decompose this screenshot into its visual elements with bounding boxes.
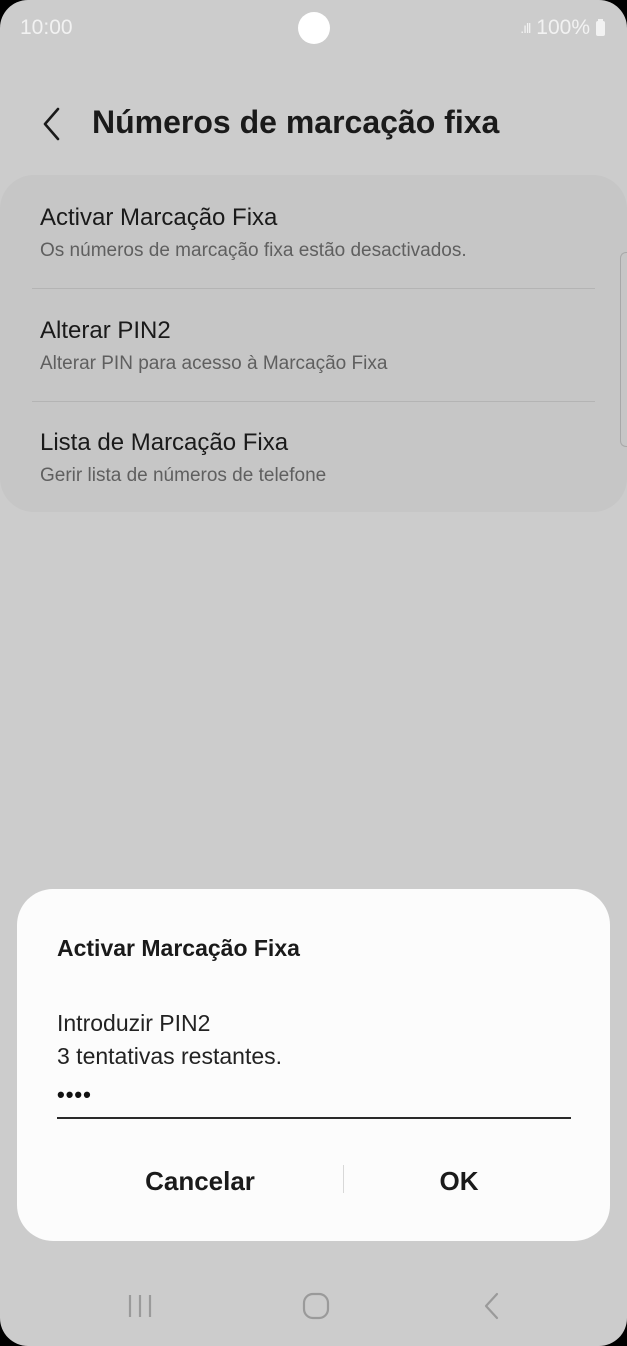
status-indicators: .ıll 100%	[520, 16, 605, 40]
setting-title: Alterar PIN2	[40, 317, 171, 344]
pin2-input[interactable]	[57, 1073, 571, 1119]
dialog-prompt: Introduzir PIN2	[57, 1010, 211, 1036]
setting-title: Activar Marcação Fixa	[40, 204, 278, 231]
setting-subtitle: Alterar PIN para acesso à Marcação Fixa	[40, 353, 388, 374]
back-button[interactable]	[30, 98, 74, 150]
navigation-bar	[0, 1270, 627, 1346]
cancel-button[interactable]: Cancelar	[57, 1151, 343, 1211]
app-bar: Números de marcação fixa	[0, 92, 627, 156]
dialog-buttons: Cancelar OK	[17, 1151, 610, 1211]
chevron-left-icon	[43, 107, 60, 141]
home-icon	[302, 1292, 330, 1320]
attempts-remaining: 3 tentativas restantes.	[57, 1043, 283, 1069]
back-icon	[484, 1292, 499, 1320]
dialog-title: Activar Marcação Fixa	[57, 935, 300, 961]
setting-title: Lista de Marcação Fixa	[40, 429, 289, 456]
nav-back-button[interactable]	[462, 1284, 522, 1328]
front-camera	[298, 12, 330, 44]
scrollbar[interactable]	[620, 252, 627, 447]
setting-activate-fdn[interactable]: Activar Marcação Fixa Os números de marc…	[0, 175, 627, 287]
setting-fdn-list[interactable]: Lista de Marcação Fixa Gerir lista de nú…	[0, 401, 627, 513]
pin2-dialog: Activar Marcação Fixa Introduzir PIN2 3 …	[17, 889, 610, 1241]
signal-icon: .ıll	[520, 20, 531, 36]
battery-level: 100%	[536, 16, 590, 39]
setting-subtitle: Os números de marcação fixa estão desact…	[40, 240, 467, 261]
page-title: Números de marcação fixa	[92, 104, 500, 140]
battery-icon	[596, 18, 605, 36]
setting-change-pin2[interactable]: Alterar PIN2 Alterar PIN para acesso à M…	[0, 288, 627, 400]
home-button[interactable]	[286, 1284, 346, 1328]
status-time: 10:00	[20, 16, 73, 39]
phone-screen: 10:00 .ıll 100% Números de marcação fixa…	[0, 0, 627, 1346]
recents-icon	[128, 1295, 152, 1317]
settings-card: Activar Marcação Fixa Os números de marc…	[0, 175, 627, 512]
recents-button[interactable]	[110, 1284, 170, 1328]
status-bar: 10:00 .ıll 100%	[0, 0, 627, 60]
setting-subtitle: Gerir lista de números de telefone	[40, 465, 327, 486]
ok-button[interactable]: OK	[344, 1151, 574, 1211]
